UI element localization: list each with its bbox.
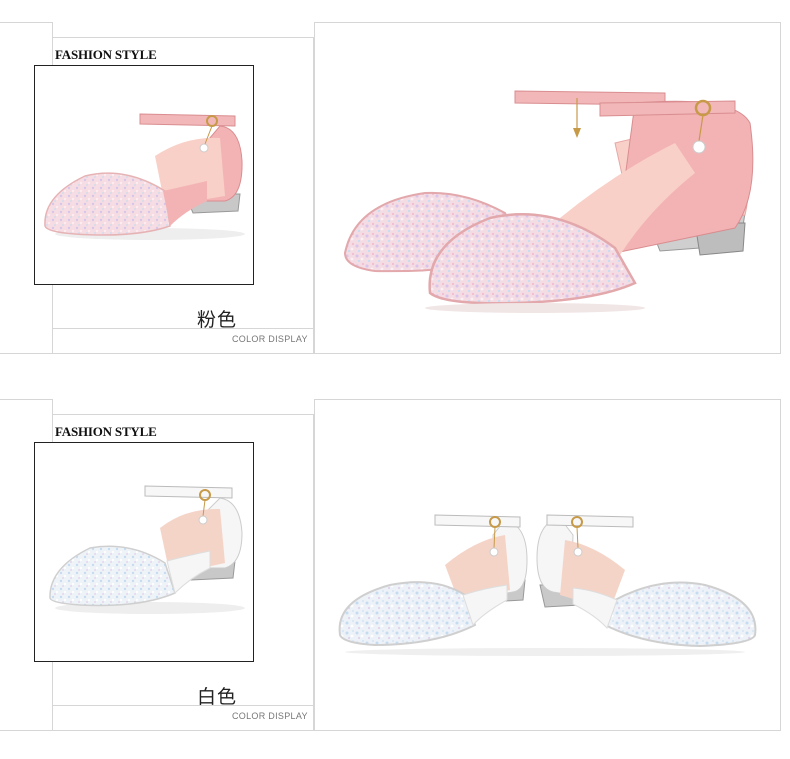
color-name-label: 粉色 — [197, 309, 238, 331]
frame-line-bottom-inner — [52, 353, 314, 354]
frame-line-bottom-inner — [52, 730, 314, 731]
section-heading: FASHION STYLE — [55, 47, 157, 62]
section-heading: FASHION STYLE — [55, 424, 157, 439]
frame-line-top-inner — [52, 37, 314, 38]
product-large-image-frame[interactable] — [314, 22, 781, 354]
frame-line-top-inner — [52, 414, 314, 415]
frame-line-caption — [52, 328, 314, 329]
frame-line-caption — [52, 705, 314, 706]
product-thumbnail[interactable] — [34, 65, 254, 285]
pink-shoe-thumbnail-image — [44, 113, 245, 240]
frame-line-top-left — [0, 399, 52, 400]
white-shoe-thumbnail-image — [49, 485, 245, 614]
color-display-caption: COLOR DISPLAY — [232, 711, 308, 721]
frame-line-bottom-left — [0, 353, 52, 354]
color-name-label: 白色 — [197, 686, 238, 708]
white-shoes-pair-image — [338, 514, 757, 656]
product-thumbnail[interactable] — [34, 442, 254, 662]
section-white: FASHION STYLE 白色 COLOR DISPLAY — [0, 377, 790, 747]
frame-line-top-left — [0, 22, 52, 23]
product-large-image-frame[interactable] — [314, 399, 781, 731]
color-display-caption: COLOR DISPLAY — [232, 334, 308, 344]
section-pink: FASHION STYLE 粉色 COLOR DISPLAY — [0, 0, 790, 370]
pink-shoes-pair-image — [343, 90, 754, 313]
frame-line-bottom-left — [0, 730, 52, 731]
